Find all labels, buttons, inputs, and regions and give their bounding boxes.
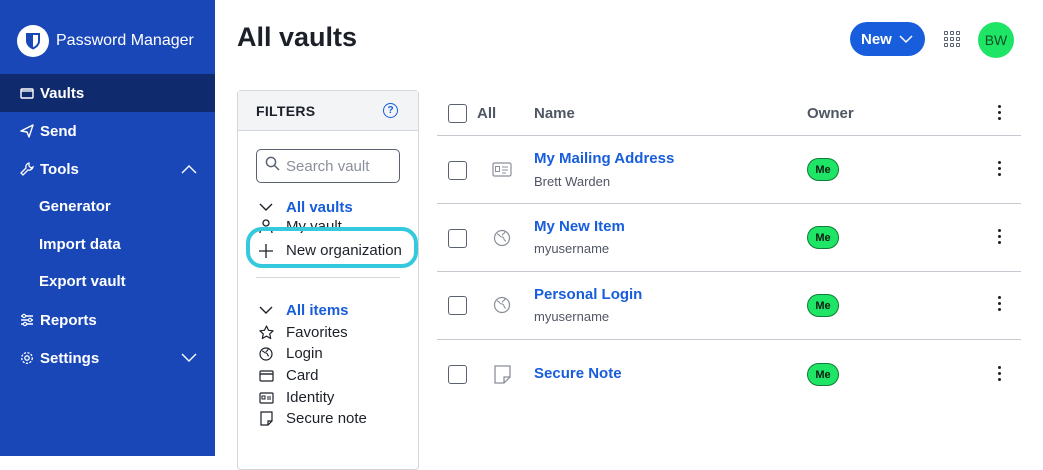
item-name-link[interactable]: Personal Login [534, 286, 642, 303]
chevron-down-icon [181, 350, 197, 367]
table-header: All Name Owner [437, 92, 1021, 136]
brand[interactable]: Password Manager [17, 25, 194, 57]
sidebar-item-import-data[interactable]: Import data [39, 236, 121, 253]
sidebar-item-generator[interactable]: Generator [39, 198, 111, 215]
row-checkbox[interactable] [448, 296, 467, 315]
search-field[interactable] [256, 149, 400, 183]
search-icon [265, 156, 280, 176]
globe-icon [492, 228, 512, 248]
sidebar-item-label: Tools [40, 160, 79, 178]
highlight-ring [246, 227, 418, 268]
item-name-link[interactable]: Secure Note [534, 365, 622, 382]
id-card-icon [492, 159, 512, 179]
sidebar-item-label: Vaults [40, 84, 85, 102]
globe-icon [492, 295, 512, 315]
sliders-icon [19, 312, 35, 328]
search-input[interactable] [286, 157, 396, 175]
filter-login[interactable]: Login [258, 345, 323, 362]
row-options-icon[interactable] [998, 161, 1002, 176]
row-options-icon[interactable] [998, 229, 1002, 244]
new-button-label: New [861, 30, 892, 48]
item-name-link[interactable]: My New Item [534, 218, 625, 235]
filter-label: Identity [286, 389, 335, 406]
sidebar-item-send[interactable]: Send [0, 112, 215, 150]
sidebar: Password Manager Vaults Send Tools Gener… [0, 0, 215, 456]
filter-all-items[interactable]: All items [258, 302, 349, 319]
sidebar-item-label: Send [40, 122, 77, 140]
shield-logo-icon [17, 25, 49, 57]
filter-card[interactable]: Card [258, 367, 319, 384]
sidebar-item-export-vault[interactable]: Export vault [39, 273, 126, 290]
gear-icon [19, 350, 35, 366]
chevron-down-icon [258, 200, 274, 216]
more-options-icon[interactable] [998, 105, 1002, 120]
chevron-down-icon [258, 303, 274, 319]
sidebar-item-tools[interactable]: Tools [0, 150, 215, 188]
filter-label: All vaults [286, 199, 353, 216]
filter-identity[interactable]: Identity [258, 389, 334, 406]
item-subtitle: Brett Warden [534, 174, 611, 189]
globe-icon [258, 346, 274, 362]
table-row[interactable]: My New Item myusername Me [437, 204, 1021, 272]
id-card-icon [258, 390, 274, 406]
sidebar-item-label: Reports [40, 311, 97, 329]
app-switcher-icon[interactable] [944, 31, 960, 47]
item-name-link[interactable]: My Mailing Address [534, 150, 674, 167]
owner-badge: Me [807, 226, 839, 249]
row-options-icon[interactable] [998, 296, 1002, 311]
column-name[interactable]: Name [534, 105, 575, 122]
wrench-icon [19, 161, 35, 177]
row-checkbox[interactable] [448, 161, 467, 180]
avatar[interactable]: BW [978, 22, 1014, 58]
chevron-down-icon [899, 31, 913, 48]
owner-badge: Me [807, 294, 839, 317]
new-button[interactable]: New [850, 22, 925, 56]
star-icon [258, 325, 274, 341]
owner-badge: Me [807, 363, 839, 386]
filter-label: Favorites [286, 324, 348, 341]
owner-badge: Me [807, 158, 839, 181]
column-owner[interactable]: Owner [807, 105, 854, 122]
filter-label: All items [286, 302, 349, 319]
vault-icon [19, 85, 35, 101]
send-icon [19, 123, 35, 139]
table-row[interactable]: Personal Login myusername Me [437, 272, 1021, 340]
filter-all-vaults[interactable]: All vaults [258, 199, 353, 216]
sidebar-item-label: Settings [40, 349, 100, 367]
filter-favorites[interactable]: Favorites [258, 324, 348, 341]
credit-card-icon [258, 368, 274, 384]
filter-secure-note[interactable]: Secure note [258, 410, 367, 427]
row-checkbox[interactable] [448, 365, 467, 384]
sidebar-item-reports[interactable]: Reports [0, 301, 215, 339]
sidebar-item-settings[interactable]: Settings [0, 339, 215, 377]
table-row[interactable]: Secure Note Me [437, 340, 1021, 412]
chevron-up-icon [181, 161, 197, 178]
item-subtitle: myusername [534, 241, 610, 256]
filter-label: Secure note [286, 410, 367, 427]
note-icon [492, 364, 512, 384]
filter-label: Card [286, 367, 319, 384]
filter-label: Login [286, 345, 323, 362]
help-icon[interactable]: ? [383, 103, 398, 118]
table-row[interactable]: My Mailing Address Brett Warden Me [437, 136, 1021, 204]
column-all: All [477, 105, 497, 122]
filters-panel: FILTERS ? All vaults My vault New organi… [237, 90, 419, 470]
row-options-icon[interactable] [998, 366, 1002, 381]
page-title: All vaults [237, 22, 358, 52]
item-subtitle: myusername [534, 309, 610, 324]
sidebar-item-vaults[interactable]: Vaults [0, 74, 215, 112]
select-all-checkbox[interactable] [448, 104, 467, 123]
note-icon [258, 411, 274, 427]
divider [256, 277, 400, 278]
row-checkbox[interactable] [448, 229, 467, 248]
brand-name: Password Manager [56, 32, 194, 49]
